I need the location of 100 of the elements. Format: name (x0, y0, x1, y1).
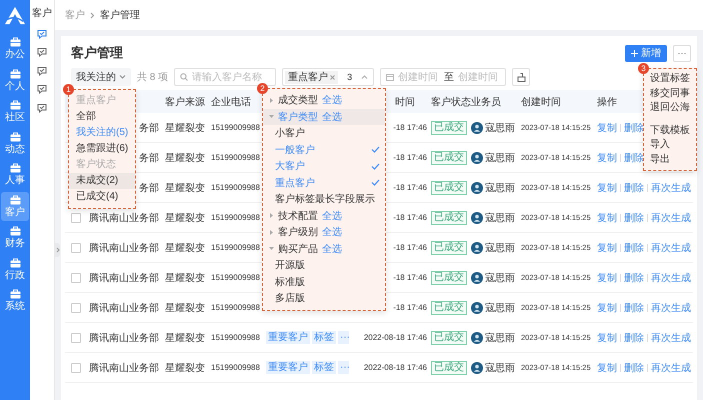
tool-button[interactable] (512, 68, 530, 86)
row-checkbox[interactable] (71, 212, 81, 222)
column-header: 业务员 (471, 96, 501, 108)
action-link[interactable]: 复制 (597, 240, 617, 254)
nav-item[interactable]: 行政 (1, 254, 29, 284)
chat-check-icon[interactable] (37, 28, 47, 38)
tag-select[interactable]: 重点客户 3 (282, 68, 374, 86)
tree-group[interactable]: 客户类型 全选 (263, 108, 385, 125)
nav-item[interactable]: 客户 (1, 192, 29, 220)
action-link[interactable]: 再次生成 (651, 240, 691, 254)
row-checkbox[interactable] (71, 362, 81, 372)
action-link[interactable]: 删除 (624, 120, 644, 134)
row-checkbox[interactable] (71, 242, 81, 252)
action-link[interactable]: 复制 (597, 270, 617, 284)
action-link[interactable]: 复制 (597, 360, 617, 374)
action-link[interactable]: 删除 (624, 360, 644, 374)
nav-item[interactable]: 系统 (1, 286, 29, 315)
chat-check-icon[interactable] (37, 47, 47, 57)
tree-option[interactable]: 大客户 (263, 158, 385, 174)
tree-group[interactable]: 客户级别 全选 (263, 224, 385, 240)
action-link[interactable]: 复制 (597, 120, 617, 134)
menu-option[interactable]: 退回公海 (644, 101, 696, 116)
collapse-handle[interactable] (55, 243, 60, 257)
caret-icon (269, 246, 274, 252)
tree-option[interactable]: 开源版 (263, 257, 385, 274)
menu-option[interactable]: 下载模板 (644, 124, 696, 138)
action-link[interactable]: 删除 (624, 240, 644, 254)
count-text: 共 8 项 (137, 70, 168, 84)
date-range-field[interactable]: 创建时间 至 创建时间 (380, 68, 506, 86)
nav-item[interactable]: 社区 (1, 97, 29, 126)
row-checkbox[interactable] (71, 272, 81, 282)
action-link[interactable]: 再次生成 (651, 270, 691, 284)
avatar-icon (471, 272, 483, 284)
menu-option[interactable]: 未成交(2) (69, 173, 135, 189)
select-all-link[interactable]: 全选 (322, 208, 342, 223)
tag-chip[interactable]: 重点客户 (285, 70, 338, 84)
start-date-input[interactable]: 创建时间 (398, 72, 440, 82)
action-link[interactable]: 复制 (597, 300, 617, 314)
chat-check-icon[interactable] (37, 66, 47, 76)
menu-option[interactable]: 全部 (69, 109, 135, 125)
action-link[interactable]: 再次生成 (651, 360, 691, 374)
tree-group[interactable]: 技术配置 全选 (263, 208, 385, 224)
table-cell-text: 星耀裂变 (165, 362, 205, 374)
status-tag: 已成交 (431, 120, 467, 134)
nav-item[interactable]: 财务 (1, 223, 29, 252)
action-link[interactable]: 删除 (624, 180, 644, 194)
select-all-link[interactable]: 全选 (322, 225, 342, 240)
tree-option[interactable]: 多店版 (263, 290, 385, 306)
breadcrumb-current: 客户管理 (100, 8, 140, 22)
action-link[interactable]: 复制 (597, 210, 617, 224)
tree-option[interactable]: 一般客户 (263, 142, 385, 158)
owner-name: 寇思雨 (485, 152, 515, 164)
nav-item[interactable]: 个人 (1, 66, 29, 94)
action-link[interactable]: 删除 (624, 210, 644, 224)
menu-option[interactable]: 移交同事 (644, 86, 696, 101)
nav-item[interactable]: 人事 (1, 160, 29, 189)
tree-option[interactable]: 客户标签最长字段展示 (263, 191, 385, 208)
action-link[interactable]: 复制 (597, 180, 617, 194)
tree-option[interactable]: 小客户 (263, 125, 385, 142)
chat-check-icon[interactable] (37, 84, 47, 94)
select-all-link[interactable]: 全选 (322, 93, 342, 108)
owner-name: 寇思雨 (485, 272, 515, 284)
action-link[interactable]: 再次生成 (651, 210, 691, 224)
select-all-link[interactable]: 全选 (322, 242, 342, 256)
nav-item[interactable]: 办公 (1, 34, 29, 63)
table-cell-text: 星耀裂变 (165, 122, 205, 134)
tree-group[interactable]: 购买产品 全选 (263, 240, 385, 257)
logo-icon (4, 6, 26, 26)
menu-option[interactable]: 导出 (644, 152, 696, 167)
menu-option[interactable]: 设置标签 (644, 72, 696, 86)
select-all-link[interactable]: 全选 (322, 110, 342, 124)
view-select[interactable]: 我关注的 (71, 68, 131, 86)
action-link[interactable]: 删除 (624, 150, 644, 164)
table-cell: 15199009988 (211, 243, 260, 252)
action-link[interactable]: 再次生成 (651, 180, 691, 194)
menu-option[interactable]: 急需跟进(6) (69, 141, 135, 157)
action-link[interactable]: 复制 (597, 150, 617, 164)
action-link[interactable]: 删除 (624, 270, 644, 284)
action-link[interactable]: 删除 (624, 300, 644, 314)
more-button[interactable]: ··· (673, 44, 691, 62)
row-checkbox[interactable] (71, 302, 81, 312)
action-link[interactable]: 再次生成 (651, 300, 691, 314)
action-link[interactable]: 再次生成 (651, 330, 691, 344)
table-cell: 15199009988 (211, 123, 260, 132)
nav-item[interactable]: 动态 (1, 128, 29, 158)
menu-option[interactable]: 已成交(4) (69, 189, 135, 205)
menu-option[interactable]: 导入 (644, 138, 696, 152)
chat-check-icon[interactable] (37, 102, 47, 112)
column-header: 客户来源 (165, 96, 205, 108)
breadcrumb-link[interactable]: 客户 (65, 8, 85, 22)
row-checkbox[interactable] (71, 332, 81, 342)
tree-group[interactable]: 成交类型 全选 (263, 92, 385, 108)
action-link[interactable]: 删除 (624, 330, 644, 344)
tree-option[interactable]: 重点客户 (263, 174, 385, 191)
menu-option[interactable]: 我关注的(5) (69, 125, 135, 141)
end-date-input[interactable]: 创建时间 (458, 72, 500, 82)
tree-option[interactable]: 标准版 (263, 274, 385, 290)
add-button[interactable]: 新增 (625, 44, 667, 62)
table-cell: -18 17:46 (393, 303, 427, 312)
action-link[interactable]: 复制 (597, 330, 617, 344)
